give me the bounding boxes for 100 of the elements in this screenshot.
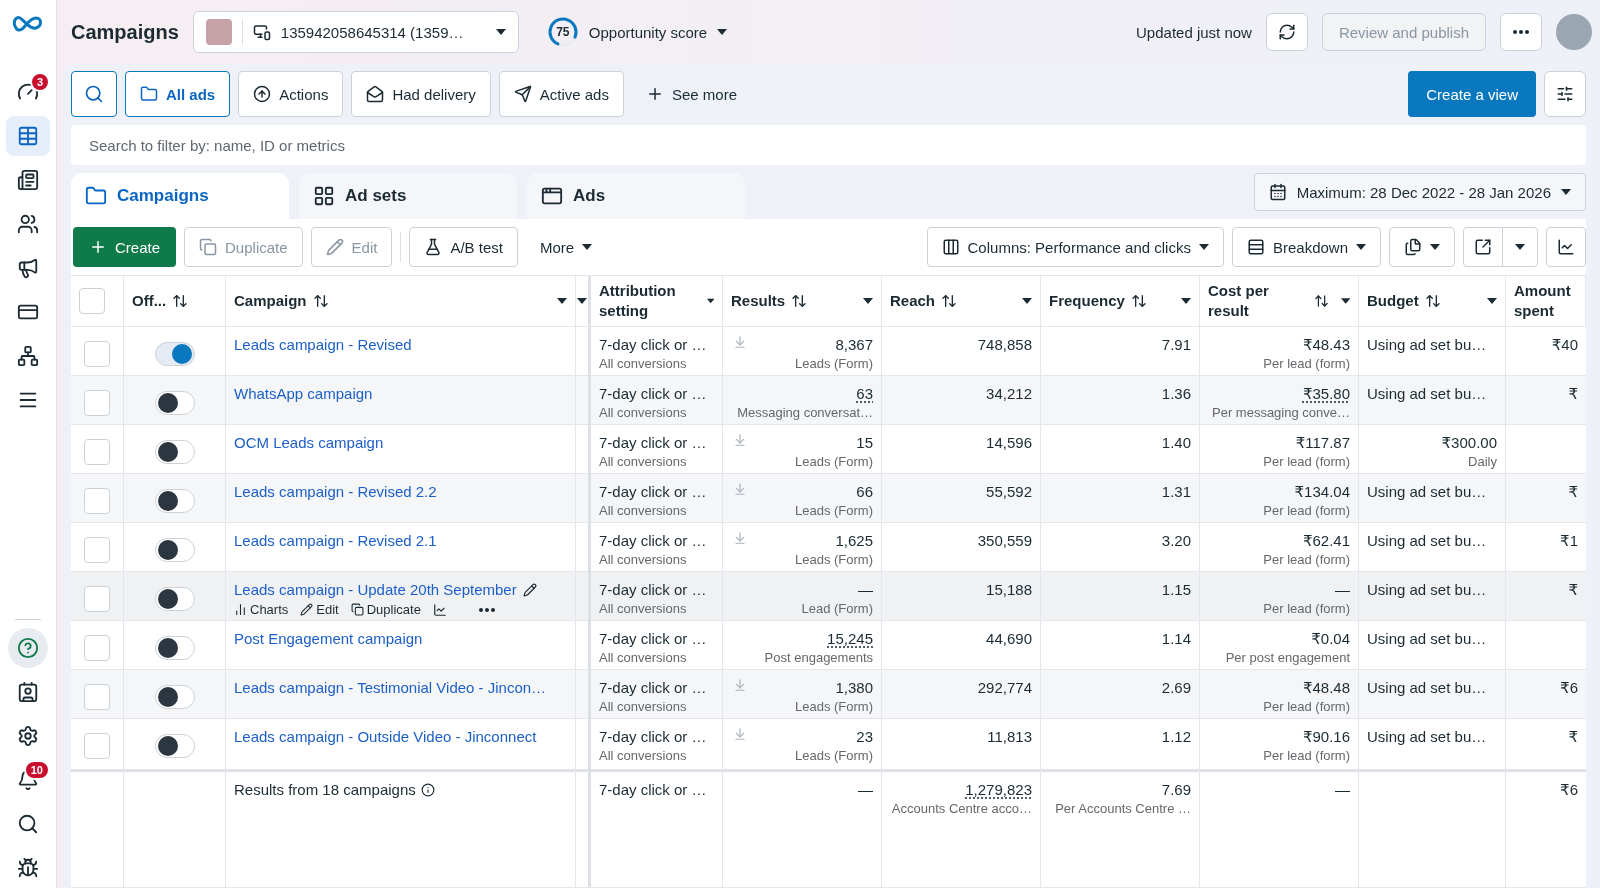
more-dropdown[interactable]: More bbox=[525, 227, 607, 267]
columns-dropdown[interactable]: Columns: Performance and clicks bbox=[926, 227, 1224, 267]
campaign-link[interactable]: Leads campaign - Testimonial Video - Jincon… bbox=[234, 678, 547, 698]
column-header[interactable]: Cost per result bbox=[1208, 281, 1308, 321]
search-field[interactable]: Search to filter by: name, ID or metrics bbox=[71, 125, 1586, 165]
summary-value: 1,279,823 bbox=[965, 780, 1032, 800]
column-header[interactable]: Amount spent bbox=[1514, 281, 1577, 321]
row-checkbox[interactable] bbox=[84, 390, 110, 416]
opportunity-score-button[interactable]: 75 Opportunity score bbox=[540, 15, 734, 49]
date-range-picker[interactable]: Maximum: 28 Dec 2022 - 28 Jan 2026 bbox=[1253, 173, 1586, 211]
column-header[interactable]: Budget bbox=[1367, 291, 1419, 311]
level-tab[interactable]: Ads bbox=[527, 173, 745, 219]
column-header[interactable]: Reach bbox=[890, 291, 936, 311]
campaign-link[interactable]: Post Engagement campaign bbox=[234, 629, 423, 649]
bug-icon bbox=[17, 857, 39, 879]
sidebar-item[interactable]: 10 bbox=[6, 760, 50, 800]
row-action-button[interactable]: Charts bbox=[234, 602, 289, 617]
toggle-switch[interactable] bbox=[154, 489, 195, 513]
row-checkbox[interactable] bbox=[84, 635, 110, 661]
toggle-switch[interactable] bbox=[154, 636, 195, 660]
column-header[interactable]: Campaign bbox=[234, 291, 307, 311]
filter-chip[interactable]: All ads bbox=[125, 71, 231, 117]
campaign-link[interactable]: Leads campaign - Revised 2.1 bbox=[234, 531, 437, 551]
campaign-link[interactable]: Leads campaign - Revised bbox=[234, 335, 412, 355]
row-checkbox[interactable] bbox=[84, 684, 110, 710]
refresh-button[interactable] bbox=[1265, 13, 1308, 51]
more-icon bbox=[478, 607, 495, 612]
campaign-link[interactable]: Leads campaign - Outside Video - Jinconnect bbox=[234, 727, 537, 747]
campaign-link[interactable]: OCM Leads campaign bbox=[234, 433, 384, 453]
caret-icon[interactable] bbox=[863, 298, 873, 304]
create-view-button[interactable]: Create a view bbox=[1408, 71, 1536, 117]
campaign-link[interactable]: Leads campaign - Update 20th September bbox=[234, 580, 517, 600]
toggle-switch[interactable] bbox=[154, 734, 195, 758]
row-action-button[interactable]: Edit bbox=[300, 602, 339, 617]
column-header[interactable]: Attribution setting bbox=[599, 281, 695, 321]
caret-icon[interactable] bbox=[1340, 298, 1350, 304]
cell-value: ₹117.87 bbox=[1295, 433, 1350, 453]
cell-value: 350,559 bbox=[977, 531, 1032, 551]
row-checkbox[interactable] bbox=[84, 537, 110, 563]
cell-value: — bbox=[1335, 580, 1350, 600]
cell-value: 2.69 bbox=[1161, 678, 1191, 698]
see-more-button[interactable]: See more bbox=[631, 71, 751, 117]
campaign-link[interactable]: WhatsApp campaign bbox=[234, 384, 373, 404]
sidebar-item[interactable]: 3 bbox=[6, 72, 50, 112]
caret-icon[interactable] bbox=[1487, 298, 1497, 304]
calendar-icon bbox=[1268, 183, 1287, 201]
reports-dropdown[interactable] bbox=[1389, 227, 1455, 267]
column-header[interactable]: Off... bbox=[132, 291, 167, 311]
cell-subtext: Lead (Form) bbox=[801, 600, 873, 618]
filter-chip[interactable]: Actions bbox=[238, 71, 344, 117]
create-button[interactable]: Create bbox=[73, 227, 177, 267]
row-chart-button[interactable] bbox=[432, 602, 447, 617]
cell-value: 7.91 bbox=[1161, 335, 1191, 355]
help-icon bbox=[17, 637, 39, 659]
row-checkbox[interactable] bbox=[84, 488, 110, 514]
cell-subtext: Per lead (form) bbox=[1263, 355, 1350, 373]
toggle-switch[interactable] bbox=[154, 342, 195, 366]
cell-value: Using ad set bu… bbox=[1367, 678, 1487, 698]
cell-subtext: All conversions bbox=[599, 404, 687, 422]
caret-icon[interactable] bbox=[557, 298, 567, 304]
caret-icon[interactable] bbox=[1022, 298, 1032, 304]
rows-icon bbox=[1246, 238, 1265, 256]
cell-subtext: Messaging conversat… bbox=[737, 404, 873, 422]
caret-icon[interactable] bbox=[1181, 298, 1191, 304]
search-button[interactable] bbox=[71, 71, 117, 117]
chart-button[interactable] bbox=[1546, 227, 1586, 267]
filter-chip[interactable]: Had delivery bbox=[351, 71, 491, 117]
caret-icon[interactable] bbox=[706, 298, 714, 304]
breakdown-dropdown[interactable]: Breakdown bbox=[1231, 227, 1381, 267]
row-checkbox[interactable] bbox=[84, 586, 110, 612]
row-checkbox[interactable] bbox=[84, 341, 110, 367]
cell-value: 34,212 bbox=[986, 384, 1032, 404]
caret-icon bbox=[1356, 244, 1366, 250]
row-action-button[interactable]: Duplicate bbox=[350, 602, 421, 617]
cell-subtext: Leads (Form) bbox=[794, 355, 873, 373]
campaign-link[interactable]: Leads campaign - Revised 2.2 bbox=[234, 482, 437, 502]
toggle-switch[interactable] bbox=[154, 587, 195, 611]
column-header[interactable]: Results bbox=[731, 291, 786, 311]
toggle-switch[interactable] bbox=[154, 440, 195, 464]
column-header[interactable]: Frequency bbox=[1049, 291, 1125, 311]
row-more-button[interactable] bbox=[478, 607, 495, 612]
filter-settings-button[interactable] bbox=[1544, 71, 1586, 117]
row-checkbox[interactable] bbox=[84, 733, 110, 759]
export-button[interactable] bbox=[1463, 227, 1538, 267]
more-button[interactable] bbox=[1500, 13, 1542, 51]
account-selector[interactable]: 135942058645314 (1359… bbox=[192, 11, 519, 53]
newspaper-icon bbox=[17, 169, 39, 191]
toggle-switch[interactable] bbox=[154, 538, 195, 562]
toggle-switch[interactable] bbox=[154, 391, 195, 415]
search-icon bbox=[17, 813, 39, 835]
level-tab[interactable]: Campaigns bbox=[71, 173, 289, 219]
row-checkbox[interactable] bbox=[84, 439, 110, 465]
level-tab[interactable]: Ad sets bbox=[299, 173, 517, 219]
toggle-switch[interactable] bbox=[154, 685, 195, 709]
cell-value: 7-day click or … bbox=[599, 678, 707, 698]
cell-value: Using ad set bu… bbox=[1367, 580, 1487, 600]
select-all-checkbox[interactable] bbox=[79, 288, 105, 314]
summary-value: 7.69 bbox=[1161, 780, 1191, 800]
filter-chip[interactable]: Active ads bbox=[498, 71, 624, 117]
toolbar-button[interactable]: A/B test bbox=[409, 227, 518, 267]
